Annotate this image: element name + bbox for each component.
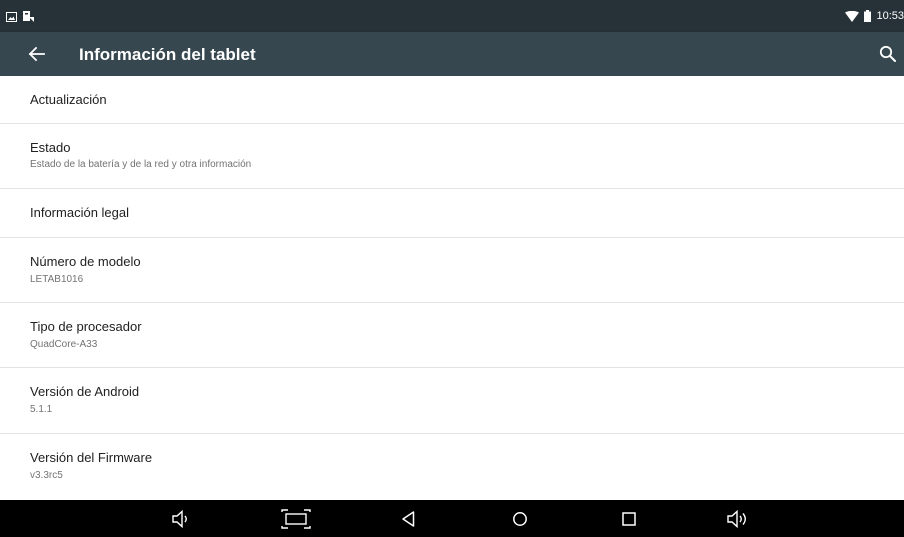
item-subtitle: QuadCore-A33 xyxy=(30,339,98,350)
list-item-estado[interactable]: Estado Estado de la batería y de la red … xyxy=(0,124,904,189)
list-item-tipo-de-procesador[interactable]: Tipo de procesador QuadCore-A33 xyxy=(0,303,904,368)
item-title: Actualización xyxy=(30,92,107,107)
item-title: Información legal xyxy=(30,205,129,220)
arrow-back-icon[interactable] xyxy=(26,43,48,65)
back-triangle-icon[interactable] xyxy=(398,508,420,530)
volume-up-icon[interactable] xyxy=(726,508,752,530)
item-title: Número de modelo xyxy=(30,254,141,269)
about-tablet-list: Actualización Estado Estado de la baterí… xyxy=(0,76,904,500)
system-status: 10:53 xyxy=(845,9,904,23)
recents-square-icon[interactable] xyxy=(618,508,640,530)
item-title: Estado xyxy=(30,140,71,155)
item-subtitle: v3.3rc5 xyxy=(30,470,63,481)
item-title: Versión del Firmware xyxy=(30,450,153,465)
notification-icons xyxy=(6,11,35,23)
list-item-actualizacion[interactable]: Actualización xyxy=(0,76,904,124)
status-bar: 10:53 xyxy=(0,0,904,32)
wifi-icon xyxy=(845,10,860,22)
page-title: Información del tablet xyxy=(79,45,256,64)
volume-down-icon[interactable] xyxy=(170,508,192,530)
home-circle-icon[interactable] xyxy=(509,508,531,530)
image-notification-icon xyxy=(6,12,17,22)
list-item-version-del-firmware[interactable]: Versión del Firmware v3.3rc5 xyxy=(0,434,904,500)
item-subtitle: Estado de la batería y de la red y otra … xyxy=(30,159,252,170)
item-subtitle: LETAB1016 xyxy=(30,274,84,285)
list-item-version-de-android[interactable]: Versión de Android 5.1.1 xyxy=(0,368,904,434)
search-icon[interactable] xyxy=(878,44,898,64)
battery-icon xyxy=(864,10,872,22)
list-item-numero-de-modelo[interactable]: Número de modelo LETAB1016 xyxy=(0,238,904,303)
download-notification-icon xyxy=(23,11,35,23)
screenshot-icon[interactable] xyxy=(280,508,312,530)
item-title: Versión de Android xyxy=(30,384,140,399)
item-subtitle: 5.1.1 xyxy=(30,404,53,415)
list-item-informacion-legal[interactable]: Información legal xyxy=(0,189,904,238)
app-bar: Información del tablet xyxy=(0,32,904,76)
item-title: Tipo de procesador xyxy=(30,319,142,334)
tablet-screen: 10:53 Información del tablet Actualizaci… xyxy=(0,0,904,537)
navigation-bar xyxy=(0,500,904,537)
status-time: 10:53 xyxy=(876,10,904,22)
